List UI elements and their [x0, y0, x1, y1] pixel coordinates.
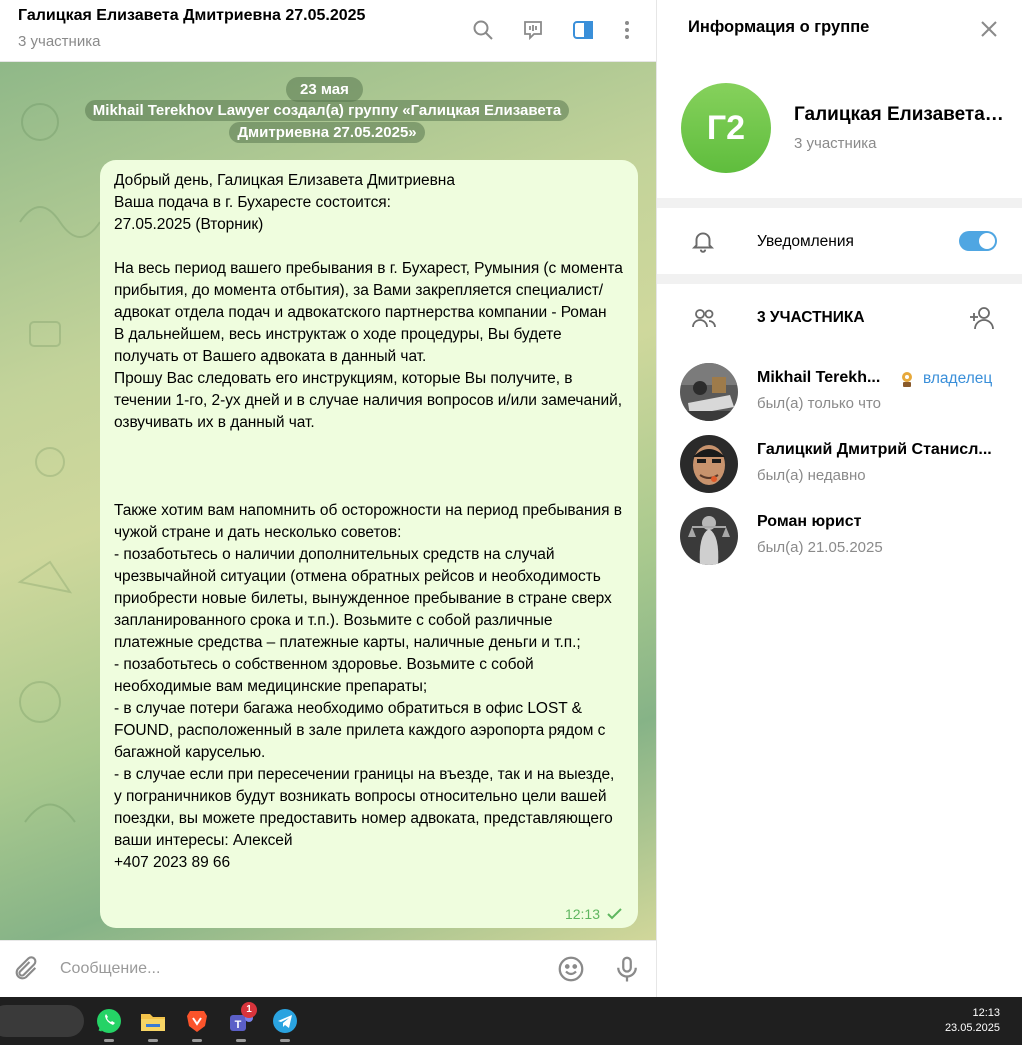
member-status: был(а) 21.05.2025 — [757, 539, 883, 556]
member-name: Галицкий Дмитрий Станисл... — [757, 441, 992, 458]
member-item[interactable]: Галицкий Дмитрий Станисл... был(а) недав… — [657, 432, 1022, 496]
service-message: Mikhail Terekhov Lawyer создал(а) группу… — [60, 100, 594, 144]
member-role: владелец — [897, 369, 992, 389]
member-name: Mikhail Terekh... — [757, 369, 881, 386]
member-status: был(а) недавно — [757, 467, 866, 484]
teams-icon[interactable]: T 1 — [226, 1002, 257, 1042]
member-status: был(а) только что — [757, 395, 882, 412]
running-indicator — [104, 1039, 114, 1042]
telegram-window: Галицкая Елизавета Дмитриевна 27.05.2025… — [0, 0, 1022, 1045]
message-meta: 12:13 — [565, 906, 624, 922]
date-pill: 23 мая — [286, 77, 363, 102]
attach-icon[interactable] — [12, 955, 40, 983]
message-bubble[interactable]: Добрый день, Галицкая Елизавета Дмитриев… — [100, 160, 638, 928]
divider — [657, 198, 1022, 208]
avatar — [680, 435, 738, 493]
member-role-label: владелец — [923, 370, 993, 387]
running-indicator — [236, 1039, 246, 1042]
chat-title: Галицкая Елизавета Дмитриевна 27.05.2025 — [18, 7, 366, 24]
notifications-toggle[interactable] — [959, 231, 997, 251]
group-member-count: 3 участника — [794, 135, 877, 152]
chat-panel: Галицкая Елизавета Дмитриевна 27.05.2025… — [0, 0, 656, 997]
member-item[interactable]: Роман юрист был(а) 21.05.2025 — [657, 504, 1022, 568]
toggle-knob — [979, 233, 995, 249]
microphone-icon[interactable] — [612, 954, 642, 984]
message-input[interactable] — [60, 953, 530, 985]
info-panel-title: Информация о группе — [688, 18, 870, 36]
add-member-icon[interactable] — [967, 303, 997, 333]
running-indicator — [280, 1039, 290, 1042]
more-options-icon[interactable] — [613, 16, 641, 44]
group-name: Галицкая Елизавета Дмитриевна 27.05.2025 — [794, 104, 1004, 125]
message-time: 12:13 — [564, 906, 600, 922]
avatar — [680, 507, 738, 565]
member-item[interactable]: Mikhail Terekh... владелец был(а) только… — [657, 360, 1022, 424]
chat-header[interactable]: Галицкая Елизавета Дмитриевна 27.05.2025… — [0, 0, 656, 62]
divider — [657, 274, 1022, 284]
os-taskbar: T 1 12:13 23.05.2025 — [0, 997, 1022, 1045]
members-icon — [692, 309, 716, 328]
emoji-icon[interactable] — [556, 954, 586, 984]
taskbar-clock[interactable]: 12:13 23.05.2025 — [928, 1006, 1000, 1036]
running-indicator — [192, 1039, 202, 1042]
search-icon[interactable] — [469, 16, 497, 44]
telegram-icon[interactable] — [270, 1006, 300, 1042]
bell-icon — [691, 232, 715, 253]
service-message-text: Mikhail Terekhov Lawyer создал(а) группу… — [84, 100, 570, 143]
chat-subtitle: 3 участника — [18, 33, 101, 50]
member-name: Роман юрист — [757, 513, 862, 530]
chat-background: 23 мая Mikhail Terekhov Lawyer создал(а)… — [0, 62, 656, 940]
close-icon[interactable] — [977, 17, 1001, 41]
members-header: 3 УЧАСТНИКА — [757, 309, 865, 326]
notifications-label: Уведомления — [757, 233, 854, 250]
sidebar-toggle-icon[interactable] — [569, 16, 597, 44]
message-composer — [0, 940, 656, 997]
brave-icon[interactable] — [182, 1006, 212, 1042]
scales-emoji-icon — [902, 372, 912, 387]
clock-date: 23.05.2025 — [944, 1022, 1000, 1034]
group-avatar[interactable]: Г2 — [681, 83, 771, 173]
group-info-panel: Информация о группе Г2 Галицкая Елизавет… — [656, 0, 1022, 997]
teams-notification-badge: 1 — [241, 1002, 257, 1018]
live-stream-icon[interactable] — [519, 16, 547, 44]
read-check-icon — [607, 908, 622, 920]
svg-text:T: T — [235, 1019, 242, 1031]
file-explorer-icon[interactable] — [138, 1006, 168, 1042]
running-indicator — [148, 1039, 158, 1042]
avatar — [680, 363, 738, 421]
taskbar-search[interactable] — [0, 1005, 84, 1037]
whatsapp-icon[interactable] — [94, 1006, 124, 1042]
message-text: Добрый день, Галицкая Елизавета Дмитриев… — [114, 172, 623, 871]
clock-time: 12:13 — [972, 1007, 1000, 1019]
